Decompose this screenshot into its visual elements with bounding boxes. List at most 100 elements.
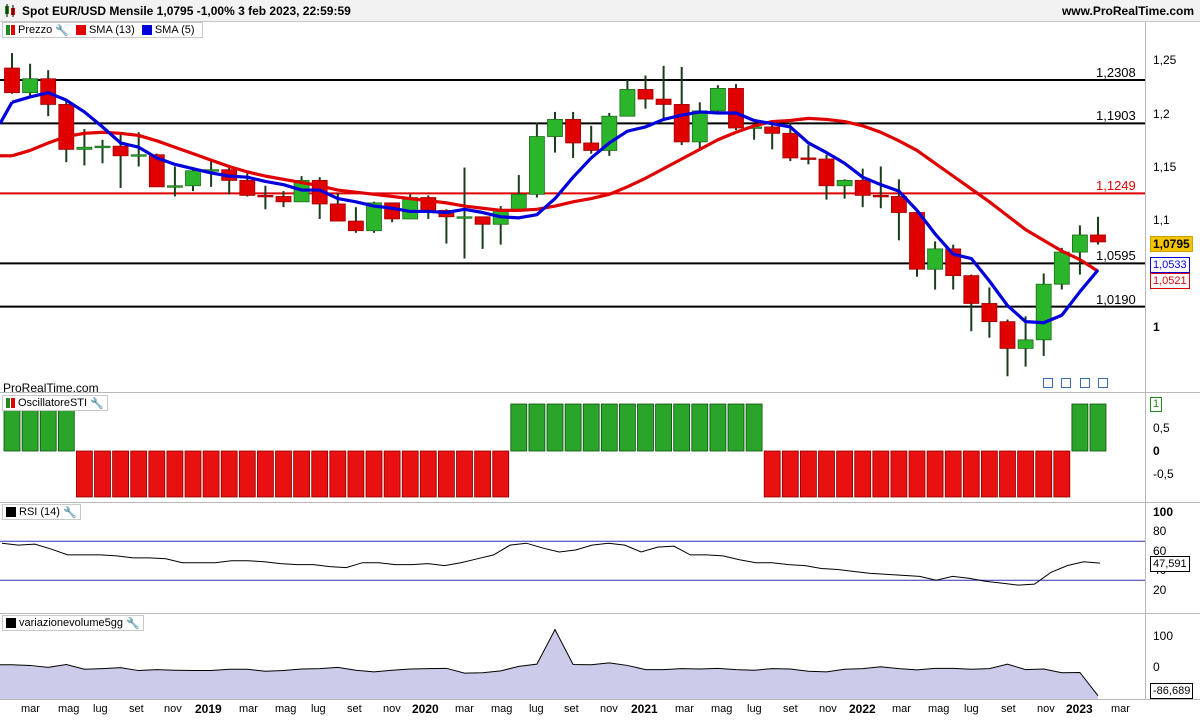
- sti-bar: [872, 450, 890, 498]
- legend-sma13[interactable]: SMA (13): [75, 24, 135, 36]
- sti-bar: [981, 450, 998, 498]
- sti-bar: [329, 450, 347, 498]
- sti-bar: [238, 450, 256, 498]
- y-tick: 1: [1153, 320, 1160, 334]
- x-tick-label: lug: [747, 703, 762, 715]
- sti-bar: [3, 403, 21, 452]
- wrench-icon[interactable]: 🔧: [126, 617, 140, 630]
- y-tick: 80: [1153, 524, 1167, 538]
- sti-bar: [637, 403, 654, 452]
- candlestick-icon: [6, 398, 15, 408]
- x-tick-label: lug: [93, 703, 108, 715]
- candle-body: [655, 98, 672, 105]
- x-tick-label: set: [1001, 703, 1016, 715]
- wrench-icon[interactable]: 🔧: [55, 24, 69, 37]
- sti-legend[interactable]: OscillatoreSTI 🔧: [2, 395, 108, 411]
- y-tick: 100: [1153, 629, 1174, 643]
- x-tick-label: nov: [600, 703, 618, 715]
- sti-bar: [890, 450, 908, 498]
- sti-bar: [401, 450, 419, 498]
- object-tool-icon[interactable]: [1098, 378, 1108, 388]
- candle-body: [58, 104, 75, 150]
- x-tick-label: mar: [675, 703, 694, 715]
- candle-body: [637, 89, 654, 100]
- y-tick: -0,5: [1153, 467, 1174, 481]
- sti-bar: [456, 450, 473, 498]
- sti-bar: [94, 450, 111, 498]
- chart-canvas[interactable]: [0, 0, 1200, 720]
- candle-body: [166, 185, 183, 188]
- candle-body: [130, 154, 147, 157]
- x-tick-label: 2021: [631, 702, 658, 716]
- candle-body: [728, 87, 744, 129]
- sti-bar: [619, 403, 636, 452]
- last-price-badge: 1,0795: [1150, 236, 1193, 252]
- candle-body: [818, 158, 835, 187]
- price-legend: Prezzo 🔧 SMA (13) SMA (5): [2, 22, 203, 38]
- object-tool-icon[interactable]: [1080, 378, 1090, 388]
- level-label: 1,0595: [1096, 248, 1136, 263]
- x-tick-label: mar: [1111, 703, 1130, 715]
- sti-bar: [854, 450, 872, 498]
- rsi-legend-label: RSI (14): [19, 506, 60, 518]
- candle-body: [1090, 234, 1106, 243]
- sti-bar: [76, 450, 93, 498]
- legend-price[interactable]: Prezzo 🔧: [6, 24, 69, 37]
- sti-bar: [419, 450, 437, 498]
- candle-body: [963, 275, 980, 304]
- wrench-icon[interactable]: 🔧: [90, 397, 104, 410]
- x-tick-label: nov: [1037, 703, 1055, 715]
- candle-body: [329, 203, 346, 222]
- sti-bar: [474, 450, 492, 498]
- object-tool-icon[interactable]: [1043, 378, 1053, 388]
- sti-bar: [546, 403, 564, 452]
- wrench-icon[interactable]: 🔧: [63, 506, 77, 519]
- sti-bar: [57, 403, 75, 452]
- sti-bar: [908, 450, 926, 498]
- candle-body: [456, 216, 473, 219]
- legend-price-label: Prezzo: [18, 24, 53, 36]
- object-tool-icon[interactable]: [1061, 378, 1071, 388]
- candle-body: [836, 180, 853, 187]
- sti-bar: [727, 403, 745, 452]
- volume-value-badge: -86,689: [1150, 683, 1194, 699]
- sti-legend-label: OscillatoreSTI: [18, 397, 88, 409]
- level-label: 1,0190: [1096, 292, 1136, 307]
- sti-bar: [1089, 403, 1107, 452]
- sti-bar: [818, 450, 835, 498]
- y-tick: 1,25: [1153, 53, 1177, 67]
- candle-body: [347, 220, 364, 232]
- x-tick-label: mag: [928, 703, 950, 715]
- candle-body: [619, 89, 636, 117]
- sti-bar: [836, 450, 853, 498]
- candle-body: [909, 212, 925, 270]
- x-tick-label: set: [347, 703, 362, 715]
- legend-sma5-label: SMA (5): [154, 24, 195, 36]
- y-tick: 1: [1150, 397, 1163, 412]
- legend-sma5[interactable]: SMA (5): [141, 24, 195, 36]
- candle-body: [710, 87, 726, 112]
- sti-bar: [166, 450, 184, 498]
- rsi-legend[interactable]: RSI (14) 🔧: [2, 504, 81, 520]
- x-tick-label: mar: [892, 703, 911, 715]
- candle-body: [275, 196, 292, 203]
- x-tick-label: set: [783, 703, 798, 715]
- candle-body: [547, 119, 563, 137]
- candle-body: [257, 194, 274, 198]
- sti-bar: [944, 450, 962, 498]
- x-tick-label: mag: [58, 703, 80, 715]
- sti-bar: [275, 450, 292, 498]
- volume-legend[interactable]: variazionevolume5gg 🔧: [2, 615, 144, 631]
- sti-bar: [564, 403, 582, 452]
- sti-bar: [148, 450, 166, 498]
- candle-body: [927, 248, 943, 270]
- y-tick: 1,15: [1153, 160, 1177, 174]
- x-tick-label: mar: [21, 703, 40, 715]
- x-tick-label: 2020: [412, 702, 439, 716]
- sti-bar: [39, 403, 57, 452]
- candle-body: [981, 303, 998, 323]
- sti-bar: [21, 403, 39, 452]
- volume-legend-label: variazionevolume5gg: [19, 617, 123, 629]
- color-swatch: [6, 507, 16, 517]
- candle-body: [1072, 234, 1088, 253]
